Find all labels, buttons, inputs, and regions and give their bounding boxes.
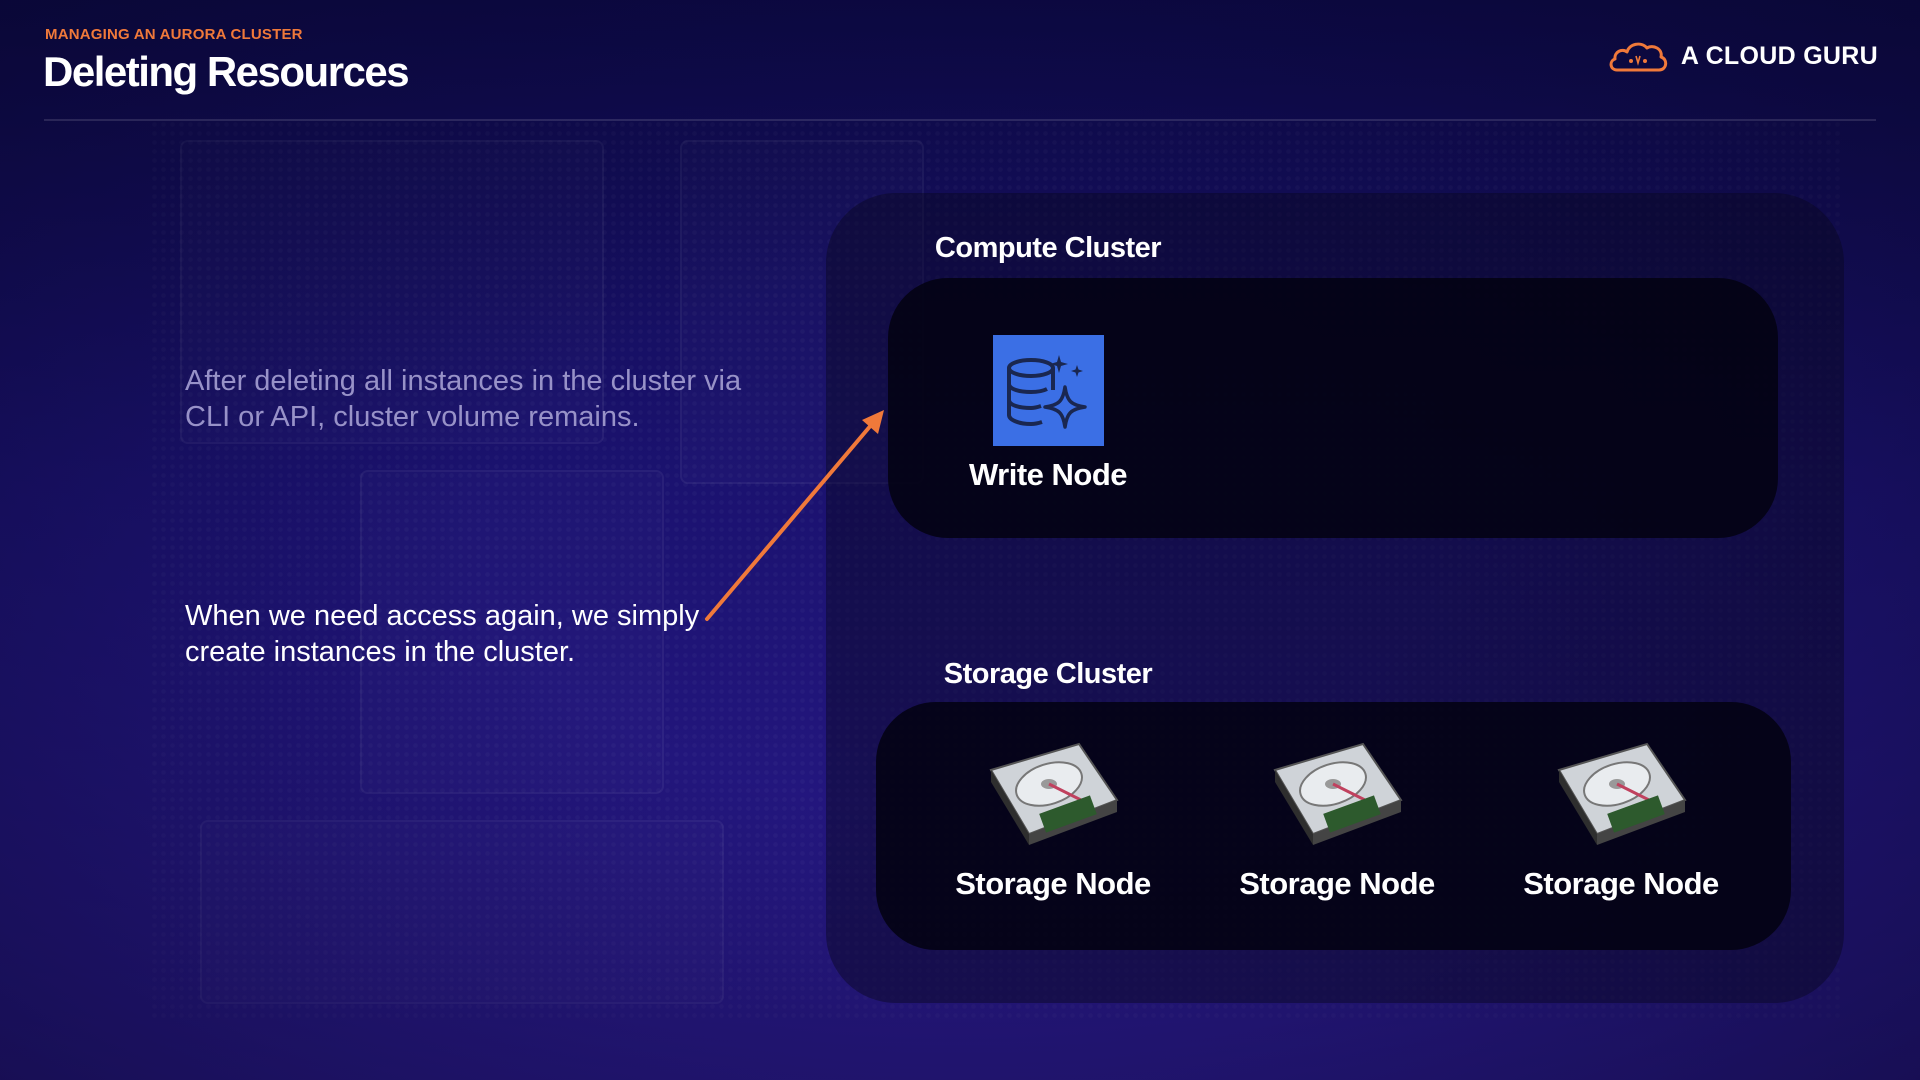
hard-disk-icon	[1557, 742, 1687, 845]
info-paragraph-1: After deleting all instances in the clus…	[185, 365, 742, 433]
logo-text: A CLOUD GURU	[1680, 41, 1878, 70]
storage-node-label: Storage Node	[1523, 866, 1719, 901]
header-divider	[44, 119, 1876, 121]
database-sparkle-icon	[993, 335, 1104, 446]
hard-disk-icon	[1273, 742, 1403, 845]
storage-node-label: Storage Node	[1239, 866, 1435, 901]
section-eyebrow: MANAGING AN AURORA CLUSTER	[45, 26, 303, 43]
write-node-label: Write Node	[968, 457, 1128, 492]
hard-disk-icon	[989, 742, 1119, 845]
brand-logo: A CLOUD GURU	[1607, 36, 1878, 76]
storage-node-label: Storage Node	[955, 866, 1151, 901]
compute-cluster-label: Compute Cluster	[934, 232, 1162, 264]
cloud-logo-icon	[1609, 42, 1668, 72]
page-title: Deleting Resources	[43, 48, 410, 95]
storage-cluster-label: Storage Cluster	[943, 658, 1153, 690]
info-paragraph-2: When we need access again, we simply cre…	[185, 600, 700, 668]
